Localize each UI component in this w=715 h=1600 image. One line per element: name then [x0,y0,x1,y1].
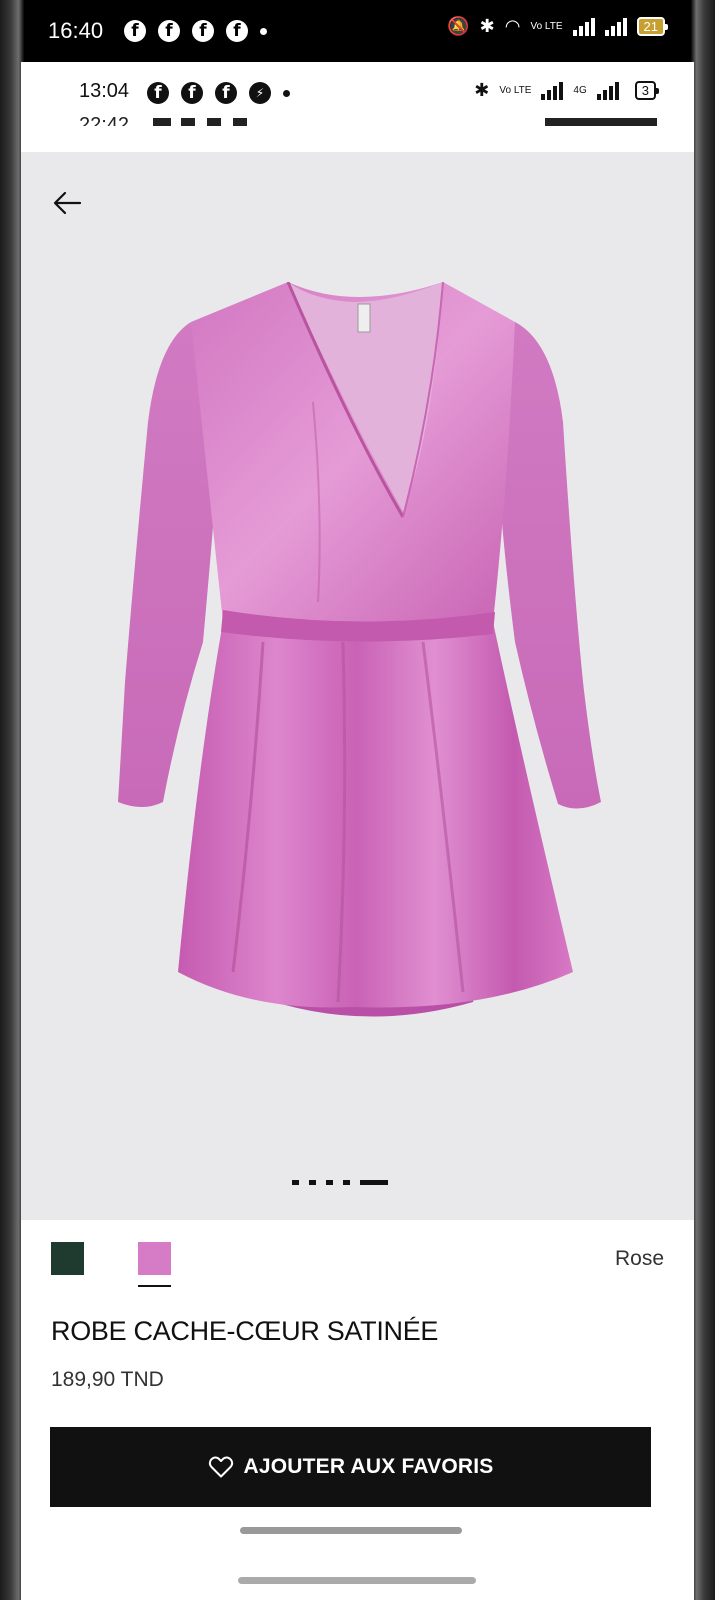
app-screen: 13:04 f f f ⚡ ✱ Vo LTE 4G 3 22:42 Rose R… [21,62,694,1600]
battery-icon: 3 [634,81,660,100]
wifi-icon: ◠ [504,16,521,36]
back-button[interactable] [49,184,87,222]
facebook-icon: f [124,20,146,42]
facebook-icon: f [158,20,180,42]
outer-status-bar: 16:40 f f f f 🔕 ✱ ◠ Vo LTE 21 [0,0,715,62]
pagination-dot[interactable] [343,1180,350,1185]
notification-icons: f f f ⚡ [147,82,290,104]
color-swatches [51,1242,171,1287]
heart-icon [208,1456,233,1478]
facebook-icon: f [147,82,169,104]
volte-label: Vo LTE [499,84,532,96]
mute-icon: 🔕 [447,16,470,36]
signal-icon [604,17,627,36]
facebook-icon: f [215,82,237,104]
signal-icon [572,17,595,36]
product-image [118,282,601,1017]
cropped-time: 22:42 [79,114,130,126]
system-icons: 🔕 ✱ ◠ Vo LTE 21 [447,16,669,37]
product-price: 189,90 TND [51,1368,164,1391]
signal-icon [541,81,564,100]
facebook-icon: f [226,20,248,42]
pagination-dot[interactable] [309,1180,316,1185]
pagination-dot[interactable] [292,1180,299,1185]
product-image-gallery[interactable] [21,152,694,1220]
status-time: 13:04 [79,80,130,102]
add-to-favorites-label: AJOUTER AUX FAVORIS [243,1455,494,1478]
bluetooth-icon: ✱ [479,16,495,36]
pagination-dot-active[interactable] [360,1180,388,1185]
facebook-icon: f [181,82,203,104]
more-notifications-dot [283,89,290,97]
messenger-icon: ⚡ [249,82,271,104]
notification-icons: f f f f [124,20,267,42]
color-swatch-pink[interactable] [138,1242,171,1287]
outer-home-indicator[interactable] [238,1577,476,1584]
system-icons: ✱ Vo LTE 4G 3 [474,80,660,101]
product-title: ROBE CACHE-CŒUR SATINÉE [51,1316,439,1346]
facebook-icon: f [192,20,214,42]
cropped-status-bar: 22:42 [21,110,694,126]
network-type-label: 4G [573,85,587,96]
pagination-dot[interactable] [326,1180,333,1185]
volte-label: Vo LTE [530,20,563,32]
arrow-left-icon [53,191,82,215]
color-swatch-green[interactable] [51,1242,84,1275]
more-notifications-dot [260,27,267,35]
battery-icon: 21 [636,17,669,36]
selected-color-label: Rose [614,1247,664,1270]
gallery-pagination [292,1180,388,1185]
signal-icon [596,81,619,100]
bluetooth-icon: ✱ [474,80,490,100]
status-time: 16:40 [48,18,104,43]
home-indicator[interactable] [240,1527,462,1534]
add-to-favorites-button[interactable]: AJOUTER AUX FAVORIS [50,1427,651,1507]
